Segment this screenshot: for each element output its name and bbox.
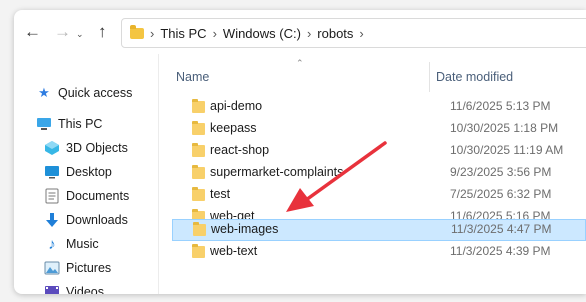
file-date: 9/23/2025 3:56 PM <box>450 165 552 179</box>
folder-icon <box>192 143 205 157</box>
desktop-icon <box>44 164 60 180</box>
arrow-left-icon[interactable]: ← <box>24 23 41 41</box>
document-icon <box>44 188 60 204</box>
file-row[interactable]: supermarket-complaints 9/23/2025 3:56 PM <box>172 162 586 184</box>
file-date: 7/25/2025 6:32 PM <box>450 187 552 201</box>
file-name: keepass <box>210 121 257 135</box>
chevron-right-icon[interactable]: › <box>213 26 217 41</box>
breadcrumb-robots[interactable]: robots <box>317 26 353 41</box>
download-icon <box>44 212 60 228</box>
folder-icon <box>192 165 205 179</box>
pane-divider[interactable] <box>158 54 159 294</box>
arrow-right-icon[interactable]: → <box>54 23 71 41</box>
file-list: ⌃ Name Date modified api-demo 11/6/2025 … <box>168 54 586 294</box>
folder-icon <box>192 244 205 258</box>
file-row[interactable]: keepass 10/30/2025 1:18 PM <box>172 118 586 140</box>
sidebar-item-videos[interactable]: Videos <box>44 281 104 294</box>
file-row-selected[interactable]: web-images 11/3/2025 4:47 PM <box>172 219 586 241</box>
sidebar-item-label: Music <box>66 237 99 251</box>
sidebar-item-label: Documents <box>66 189 130 203</box>
video-icon <box>44 284 60 294</box>
chevron-right-icon[interactable]: › <box>150 26 154 41</box>
sidebar-item-quick-access[interactable]: ★ Quick access <box>36 82 132 104</box>
folder-icon <box>192 187 205 201</box>
file-date: 10/30/2025 11:19 AM <box>450 143 564 157</box>
sidebar-item-label: Desktop <box>66 165 112 179</box>
sort-ascending-icon: ⌃ <box>296 58 304 68</box>
file-name: web-text <box>210 244 258 258</box>
file-row[interactable]: web-text 11/3/2025 4:39 PM <box>172 241 586 263</box>
sidebar-item-music[interactable]: ♪ Music <box>44 233 99 255</box>
picture-icon <box>44 260 60 276</box>
sidebar-item-label: This PC <box>58 117 103 131</box>
navigation-bar: ← → ⌄ ↑ › This PC › Windows (C:) › robot… <box>14 10 586 54</box>
address-bar[interactable]: › This PC › Windows (C:) › robots › <box>121 18 586 48</box>
sidebar-item-downloads[interactable]: Downloads <box>44 209 128 231</box>
file-date: 11/3/2025 4:39 PM <box>450 244 551 258</box>
chevron-down-icon[interactable]: ⌄ <box>76 25 84 43</box>
file-date: 11/3/2025 4:47 PM <box>451 222 552 236</box>
file-name: react-shop <box>210 143 270 157</box>
sidebar-item-label: 3D Objects <box>66 141 128 155</box>
sidebar-item-label: Videos <box>66 285 104 294</box>
sidebar-item-pictures[interactable]: Pictures <box>44 257 111 279</box>
file-name: api-demo <box>210 99 263 113</box>
file-date: 11/6/2025 5:13 PM <box>450 99 551 113</box>
folder-icon <box>192 99 205 113</box>
breadcrumb-this-pc[interactable]: This PC <box>160 26 206 41</box>
sidebar-item-label: Pictures <box>66 261 112 275</box>
column-header-name[interactable]: Name <box>176 70 209 84</box>
chevron-right-icon[interactable]: › <box>359 26 363 41</box>
file-name: supermarket-complaints <box>210 165 344 179</box>
file-row[interactable]: api-demo 11/6/2025 5:13 PM <box>172 96 586 118</box>
file-name: web-images <box>211 222 279 236</box>
navigation-pane: ★ Quick access This PC 3D Objects Deskto… <box>14 54 168 294</box>
column-header-date-modified[interactable]: Date modified <box>436 70 513 84</box>
file-row[interactable]: react-shop 10/30/2025 11:19 AM <box>172 140 586 162</box>
chevron-right-icon[interactable]: › <box>307 26 311 41</box>
file-date: 10/30/2025 1:18 PM <box>450 121 559 135</box>
sidebar-item-desktop[interactable]: Desktop <box>44 161 112 183</box>
cube-icon <box>44 140 60 156</box>
arrow-up-icon[interactable]: ↑ <box>98 23 107 41</box>
sidebar-item-3d-objects[interactable]: 3D Objects <box>44 137 128 159</box>
folder-icon <box>130 24 144 39</box>
sidebar-item-label: Quick access <box>58 86 133 100</box>
column-resize-handle[interactable] <box>429 62 430 92</box>
breadcrumb-windows-c[interactable]: Windows (C:) <box>223 26 301 41</box>
file-row[interactable]: test 7/25/2025 6:32 PM <box>172 184 586 206</box>
folder-icon <box>192 121 205 135</box>
sidebar-item-label: Downloads <box>66 213 128 227</box>
file-name: test <box>210 187 231 201</box>
explorer-window: ← → ⌄ ↑ › This PC › Windows (C:) › robot… <box>14 10 586 294</box>
music-icon: ♪ <box>48 235 56 253</box>
monitor-icon <box>36 116 52 132</box>
star-icon: ★ <box>38 85 50 100</box>
sidebar-item-documents[interactable]: Documents <box>44 185 129 207</box>
folder-icon <box>193 222 206 236</box>
sidebar-item-this-pc[interactable]: This PC <box>36 113 102 135</box>
